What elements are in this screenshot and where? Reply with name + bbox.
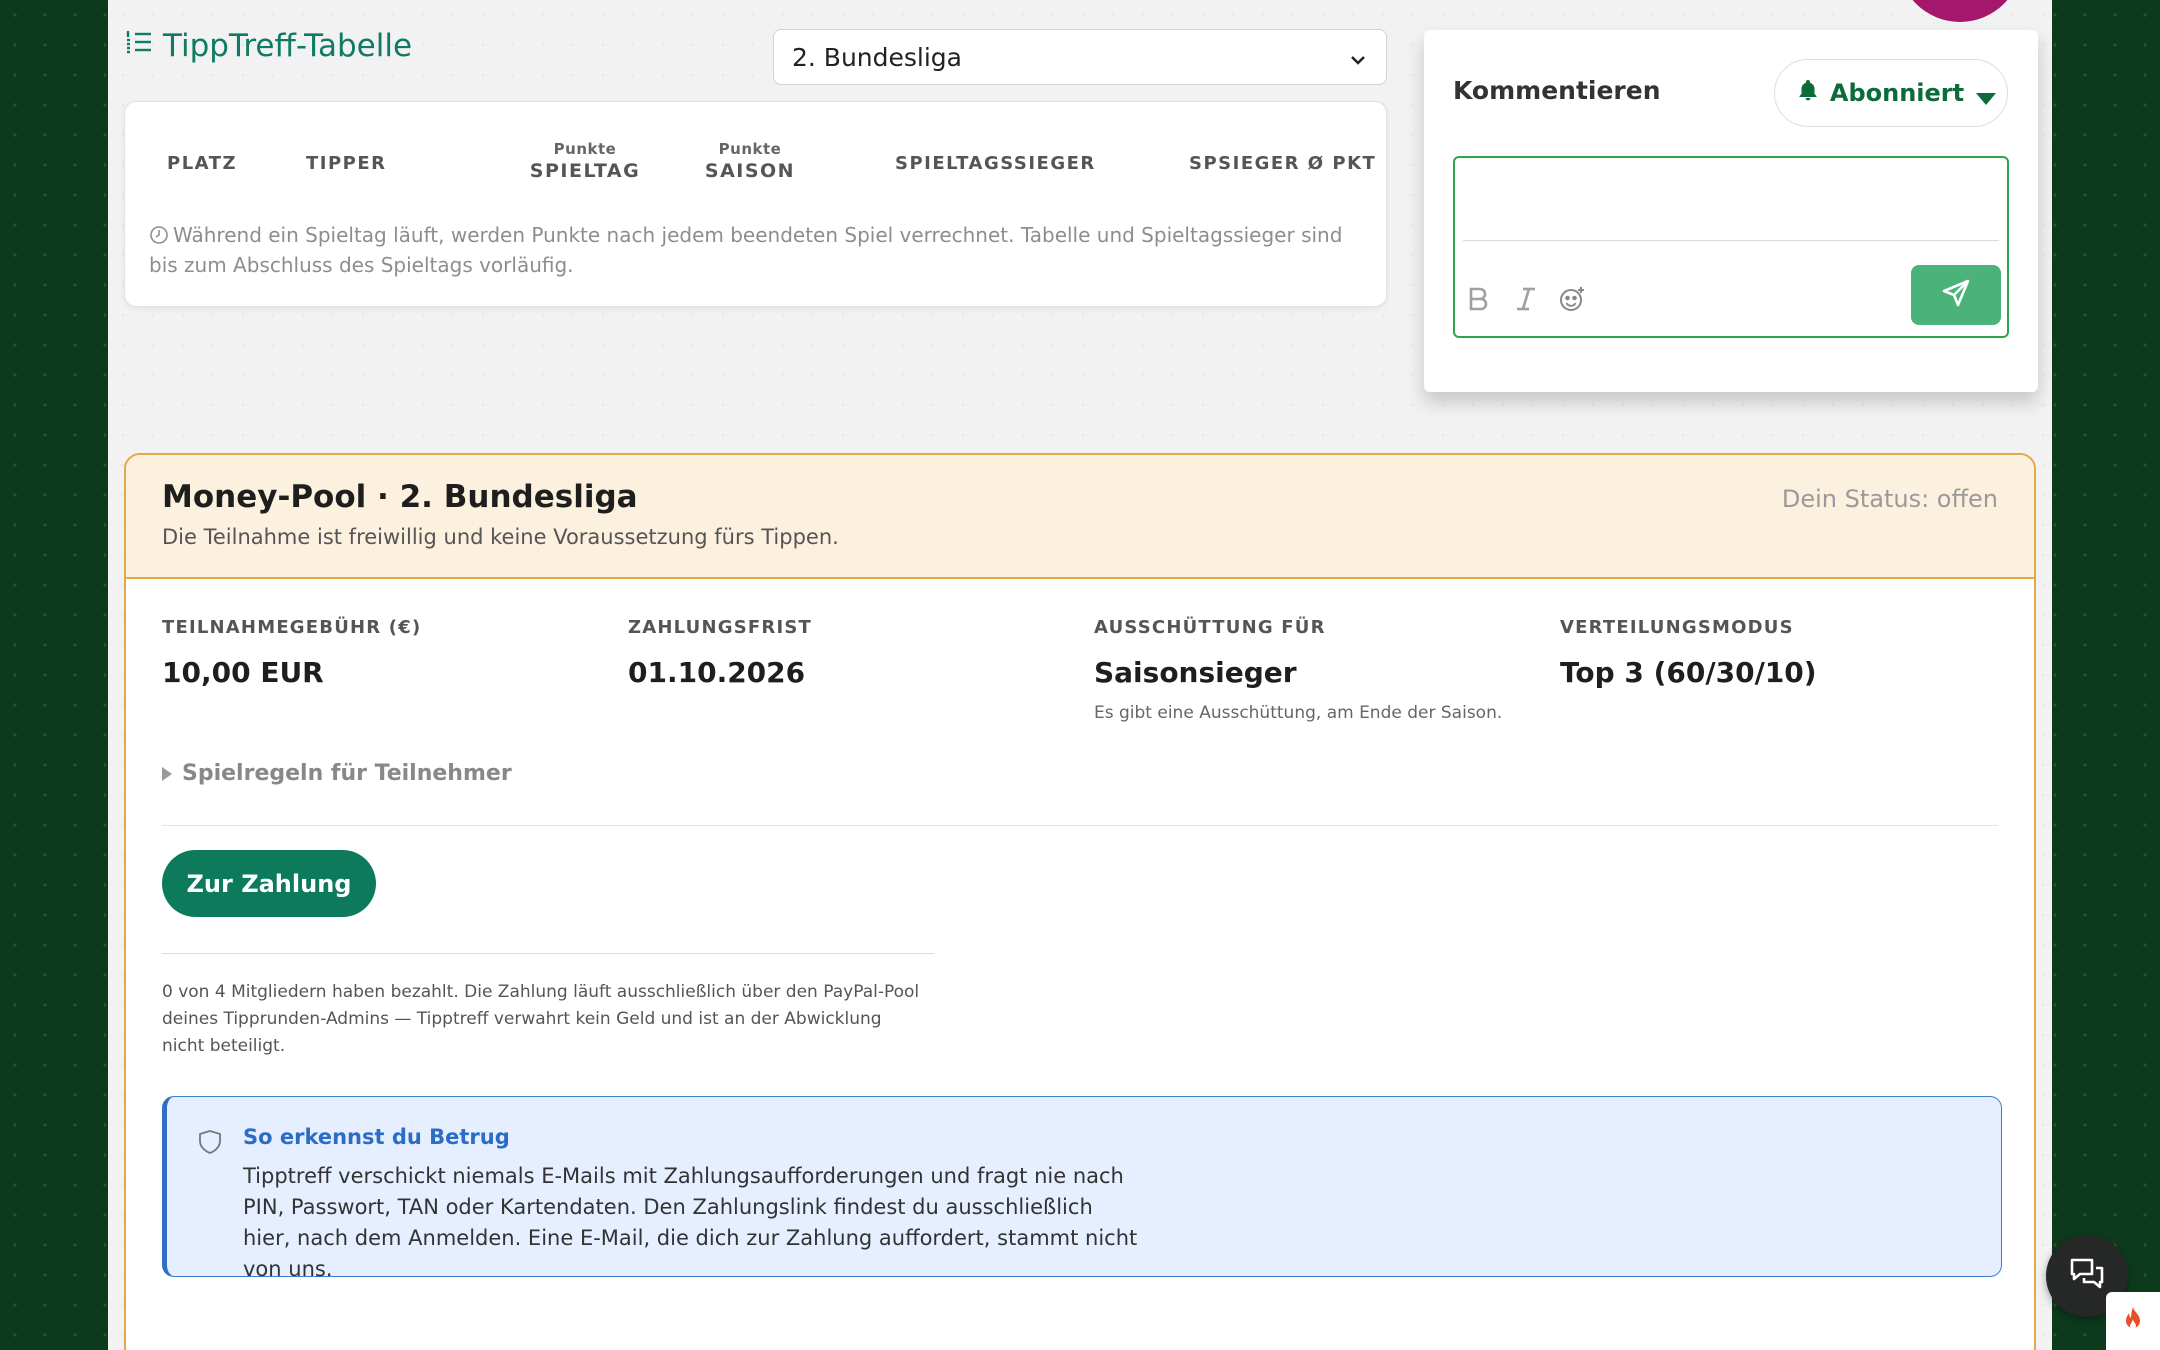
comment-label: Kommentieren (1453, 76, 1661, 105)
fraud-title: So erkennst du Betrug (243, 1125, 510, 1149)
column-header-spsieger[interactable]: SPSIEGER Ø PKT (1189, 153, 1376, 174)
shield-icon (197, 1129, 223, 1155)
italic-icon[interactable] (1511, 284, 1541, 314)
money-pool-header: Money-Pool · 2. Bundesliga Die Teilnahme… (126, 455, 2034, 579)
column-header-tipper[interactable]: TIPPER (306, 153, 387, 174)
fee-value: 10,00 EUR (162, 656, 324, 689)
league-select[interactable]: 2. Bundesliga (773, 29, 1387, 85)
editor-divider (1463, 240, 1999, 241)
mode-field: VERTEILUNGSMODUS Top 3 (60/30/10) (1560, 617, 1817, 689)
fee-label: TEILNAHMEGEBÜHR (€) (162, 617, 422, 638)
table-title: TippTreff-Tabelle (125, 28, 412, 64)
flame-icon (2119, 1305, 2147, 1337)
deadline-value: 01.10.2026 (628, 656, 806, 689)
payout-hint: Es gibt eine Ausschüttung, am Ende der S… (1094, 703, 1503, 723)
money-pool-status: Dein Status: offen (1781, 485, 1998, 513)
table-note-text: Während ein Spieltag läuft, werden Punkt… (149, 223, 1343, 277)
deadline-label: ZAHLUNGSFRIST (628, 617, 812, 638)
column-header-saison-small: Punkte (718, 140, 782, 158)
column-header-spieltag[interactable]: Punkte SPIELTAG (515, 140, 655, 182)
pay-divider (162, 953, 934, 954)
disclosure-triangle-icon (162, 766, 172, 781)
chat-icon (2067, 1254, 2107, 1298)
ranking-table: PLATZ TIPPER Punkte SPIELTAG Punkte SAIS… (124, 101, 1387, 307)
rules-toggle[interactable]: Spielregeln für Teilnehmer (162, 761, 512, 786)
pay-button[interactable]: Zur Zahlung (162, 850, 376, 917)
payout-value: Saisonsieger (1094, 656, 1297, 689)
comment-editor[interactable] (1453, 156, 2009, 338)
mode-label: VERTEILUNGSMODUS (1560, 617, 1794, 638)
chevron-down-icon (1348, 47, 1368, 67)
column-header-spieltagssieger[interactable]: SPIELTAGSSIEGER (895, 153, 1096, 174)
column-header-saison[interactable]: Punkte SAISON (690, 140, 810, 182)
rules-label: Spielregeln für Teilnehmer (182, 761, 512, 786)
mode-value: Top 3 (60/30/10) (1560, 656, 1817, 689)
deadline-field: ZAHLUNGSFRIST 01.10.2026 (628, 617, 812, 689)
list-ordered-icon (125, 28, 153, 64)
money-pool-card: Money-Pool · 2. Bundesliga Die Teilnahme… (124, 453, 2036, 1350)
subscribe-label: Abonniert (1829, 79, 1965, 107)
fraud-warning: So erkennst du Betrug Tipptreff verschic… (162, 1096, 2002, 1281)
pay-note: 0 von 4 Mitgliedern haben bezahlt. Die Z… (162, 982, 920, 1056)
column-header-saison-big: SAISON (704, 160, 796, 182)
table-title-text: TippTreff-Tabelle (163, 28, 413, 64)
column-header-spieltag-small: Punkte (553, 140, 617, 158)
column-header-platz[interactable]: PLATZ (167, 153, 237, 174)
bold-icon[interactable] (1463, 284, 1493, 314)
table-note: Während ein Spieltag läuft, werden Punkt… (149, 220, 1369, 280)
column-header-spieltag-big: SPIELTAG (529, 160, 641, 182)
clock-icon (149, 223, 169, 244)
money-pool-title: Money-Pool · 2. Bundesliga (162, 479, 638, 515)
fraud-text: Tipptreff verschickt niemals E-Mails mit… (243, 1164, 1138, 1281)
pool-divider (162, 825, 1998, 826)
payout-field: AUSSCHÜTTUNG FÜR Saisonsieger Es gibt ei… (1094, 617, 1502, 723)
league-select-value: 2. Bundesliga (792, 42, 962, 72)
comment-panel: Kommentieren Abonniert (1424, 30, 2038, 392)
fee-field: TEILNAHMEGEBÜHR (€) 10,00 EUR (162, 617, 421, 689)
emoji-icon[interactable] (1557, 284, 1587, 314)
flame-tab[interactable] (2106, 1292, 2160, 1350)
send-icon (1941, 278, 1971, 312)
money-pool-subtitle: Die Teilnahme ist freiwillig und keine V… (162, 525, 839, 549)
send-button[interactable] (1911, 265, 2001, 325)
caret-down-icon (1974, 87, 1997, 105)
subscribe-button[interactable]: Abonniert (1774, 59, 2008, 127)
bell-icon (1796, 78, 1820, 108)
payout-label: AUSSCHÜTTUNG FÜR (1094, 617, 1326, 638)
